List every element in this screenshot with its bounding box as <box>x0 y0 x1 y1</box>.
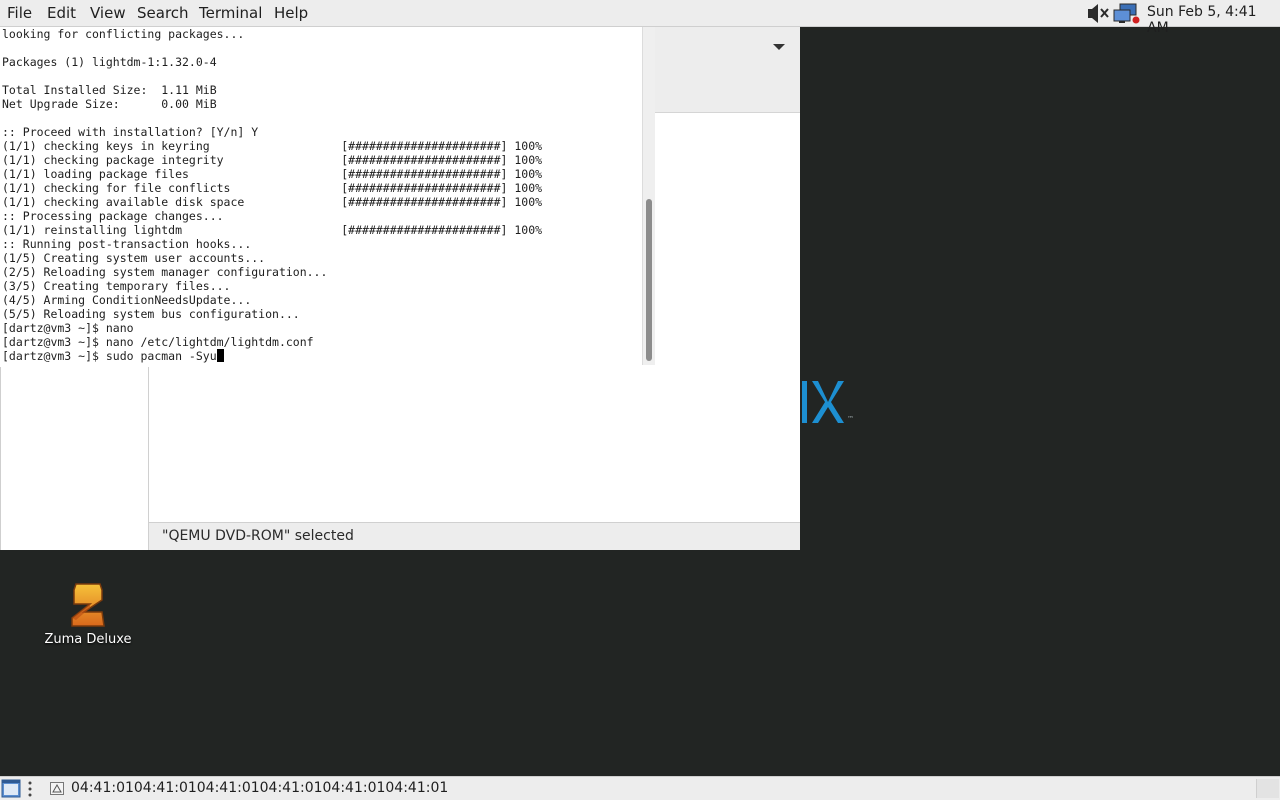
status-bar: "QEMU DVD-ROM" selected <box>149 522 800 550</box>
terminal-menubar: File Edit View Search Terminal Help Sun … <box>0 0 1280 36</box>
menu-terminal[interactable]: Terminal <box>199 4 262 22</box>
taskbar: 04:41:0104:41:0104:41:0104:41:0104:41:01… <box>0 776 1280 800</box>
volume-muted-icon[interactable] <box>1088 4 1109 23</box>
terminal-line: (5/5) Reloading system bus configuration… <box>2 307 300 321</box>
background-window-header <box>655 27 800 113</box>
terminal-line: :: Processing package changes... <box>2 209 224 223</box>
terminal-line: Total Installed Size: 1.11 MiB <box>2 83 217 97</box>
terminal-task-icon <box>50 782 64 795</box>
terminal-line: Net Upgrade Size: 0.00 MiB <box>2 97 217 111</box>
menu-help[interactable]: Help <box>274 4 308 22</box>
terminal-line: (1/5) Creating system user accounts... <box>2 251 266 265</box>
terminal-line: :: Running post-transaction hooks... <box>2 237 252 251</box>
zuma-deluxe-icon <box>71 583 105 627</box>
terminal-scrollbar[interactable] <box>642 27 655 365</box>
distro-logo-fragment: ™ <box>802 381 854 423</box>
desktop-icon-zuma-deluxe[interactable]: Zuma Deluxe <box>44 582 132 652</box>
terminal-line: looking for conflicting packages... <box>2 27 245 41</box>
network-disconnected-icon[interactable] <box>1113 3 1140 24</box>
terminal-line: (1/1) checking package integrity [######… <box>2 153 543 167</box>
dropdown-arrow-icon[interactable] <box>773 44 785 50</box>
terminal-line: (3/5) Creating temporary files... <box>2 279 231 293</box>
terminal-line: [dartz@vm3 ~]$ nano /etc/lightdm/lightdm… <box>2 335 314 349</box>
terminal-line: (1/1) checking keys in keyring [########… <box>2 139 543 153</box>
panel-handle-icon[interactable] <box>28 781 32 797</box>
text-cursor <box>216 349 224 362</box>
terminal-prompt-line: [dartz@vm3 ~]$ sudo pacman -Syu <box>2 349 217 363</box>
terminal-line: (1/1) loading package files [###########… <box>2 167 543 181</box>
show-desktop-icon[interactable] <box>1 779 21 798</box>
terminal-line: [dartz@vm3 ~]$ nano <box>2 321 134 335</box>
terminal-line: Packages (1) lightdm-1:1.32.0-4 <box>2 55 217 69</box>
terminal-line: :: Proceed with installation? [Y/n] Y <box>2 125 259 139</box>
taskbar-task-label: 04:41:0104:41:0104:41:0104:41:0104:41:01… <box>71 780 449 796</box>
terminal-line: (1/1) checking available disk space [###… <box>2 195 543 209</box>
terminal-output: looking for conflicting packages... Pack… <box>2 27 644 363</box>
desktop-icon-label: Zuma Deluxe <box>44 632 132 647</box>
scrollbar-thumb[interactable] <box>646 199 652 361</box>
taskbar-notification-area[interactable] <box>1256 779 1279 798</box>
background-sidebar <box>0 367 148 550</box>
taskbar-task-terminal[interactable]: 04:41:0104:41:0104:41:0104:41:0104:41:01… <box>48 779 448 798</box>
status-text: "QEMU DVD-ROM" selected <box>162 528 354 544</box>
terminal-line: (4/5) Arming ConditionNeedsUpdate... <box>2 293 252 307</box>
terminal-scrollback: looking for conflicting packages... Pack… <box>2 27 542 349</box>
menu-view[interactable]: View <box>90 4 126 22</box>
menu-file[interactable]: File <box>7 4 32 22</box>
logo-tm: ™ <box>847 415 854 423</box>
menu-edit[interactable]: Edit <box>47 4 76 22</box>
clock[interactable]: Sun Feb 5, 4:41 AM <box>1147 4 1280 36</box>
terminal-window[interactable]: looking for conflicting packages... Pack… <box>0 27 655 365</box>
terminal-line: (2/5) Reloading system manager configura… <box>2 265 328 279</box>
terminal-line: (1/1) reinstalling lightdm [############… <box>2 223 543 237</box>
menu-search[interactable]: Search <box>137 4 189 22</box>
terminal-line: (1/1) checking for file conflicts [#####… <box>2 181 543 195</box>
system-tray <box>1088 3 1140 24</box>
